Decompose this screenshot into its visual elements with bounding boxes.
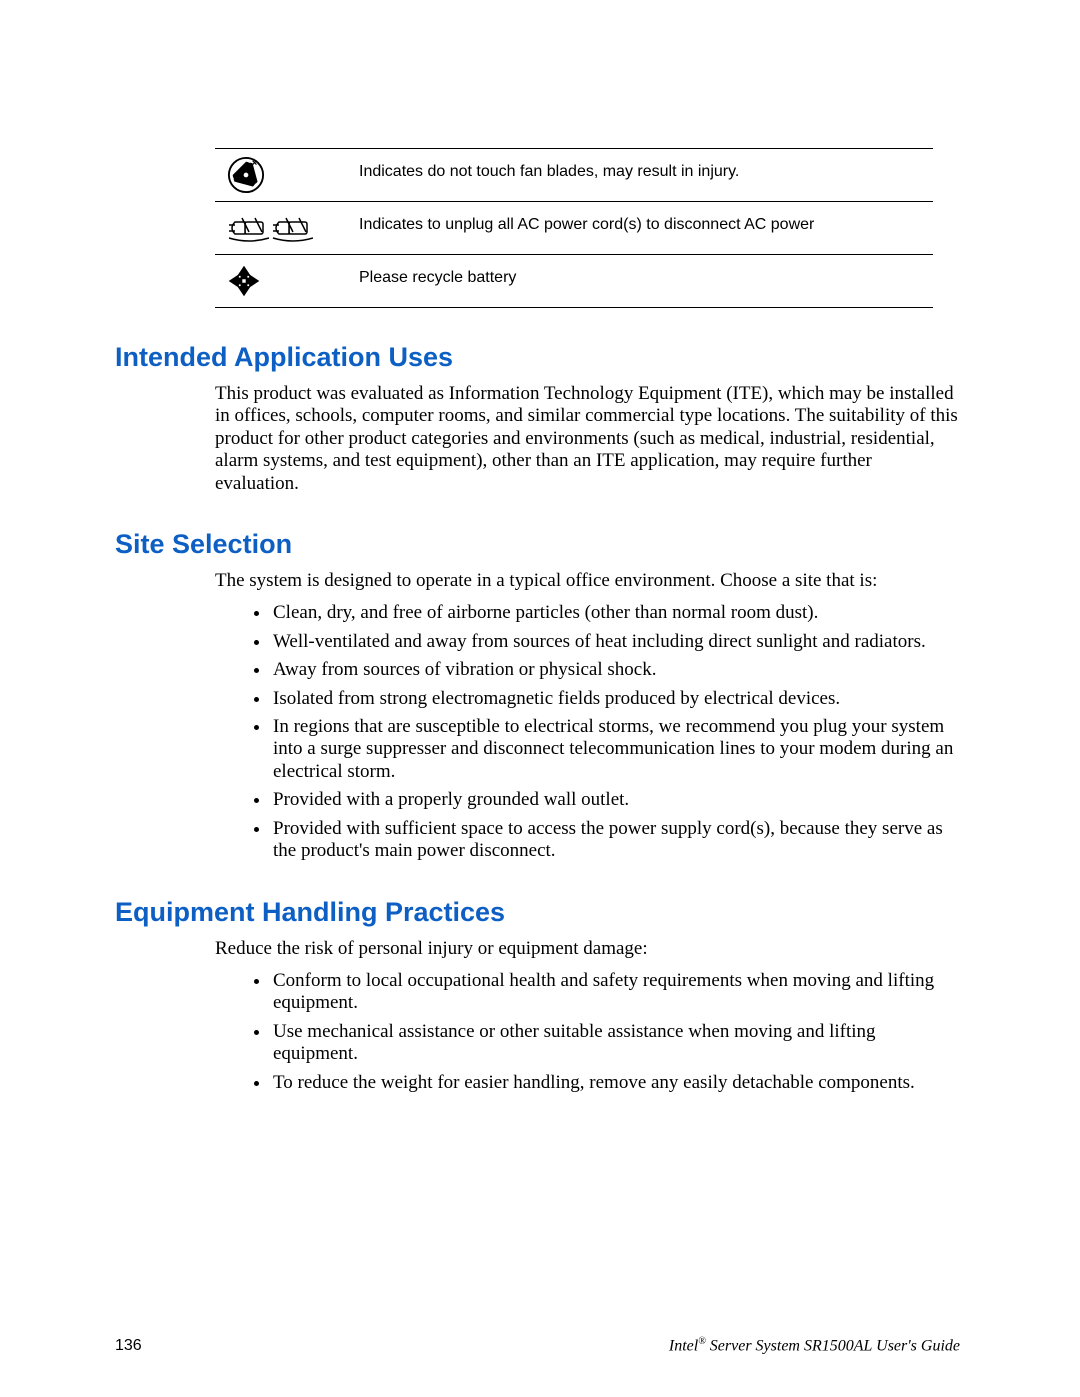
list-item: Isolated from strong electromagnetic fie… [271,688,960,710]
footer: 136 Intel® Server System SR1500AL User's… [115,1336,960,1355]
icon-desc: Indicates do not touch fan blades, may r… [347,149,933,202]
table-row: Indicates to unplug all AC power cord(s)… [215,202,933,255]
icon-cell [215,202,347,255]
fan-hazard-icon [227,156,265,194]
list-item: Clean, dry, and free of airborne particl… [271,602,960,624]
list-item: In regions that are susceptible to elect… [271,716,960,783]
paragraph: This product was evaluated as Informatio… [215,383,960,495]
icon-desc: Indicates to unplug all AC power cord(s)… [347,202,933,255]
icon-desc: Please recycle battery [347,255,933,308]
unplug-power-icon [227,212,313,244]
list-item: Use mechanical assistance or other suita… [271,1021,960,1066]
recycle-icon [227,264,261,298]
heading-site-selection: Site Selection [115,529,960,560]
bullet-list: Conform to local occupational health and… [215,970,960,1094]
safety-icon-table: Indicates do not touch fan blades, may r… [215,148,933,308]
list-item: Away from sources of vibration or physic… [271,659,960,681]
table-row: Indicates do not touch fan blades, may r… [215,149,933,202]
list-item: To reduce the weight for easier handling… [271,1072,960,1094]
bullet-list: Clean, dry, and free of airborne particl… [215,602,960,862]
list-item: Provided with sufficient space to access… [271,818,960,863]
heading-intended-application: Intended Application Uses [115,342,960,373]
icon-cell [215,149,347,202]
icon-cell [215,255,347,308]
list-item: Well-ventilated and away from sources of… [271,631,960,653]
list-item: Provided with a properly grounded wall o… [271,789,960,811]
paragraph: The system is designed to operate in a t… [215,570,960,592]
heading-equipment-handling: Equipment Handling Practices [115,897,960,928]
page-container: Indicates do not touch fan blades, may r… [0,0,1080,1397]
page-number: 136 [115,1337,142,1355]
list-item: Conform to local occupational health and… [271,970,960,1015]
table-row: Please recycle battery [215,255,933,308]
doc-title: Intel® Server System SR1500AL User's Gui… [669,1336,960,1355]
paragraph: Reduce the risk of personal injury or eq… [215,938,960,960]
